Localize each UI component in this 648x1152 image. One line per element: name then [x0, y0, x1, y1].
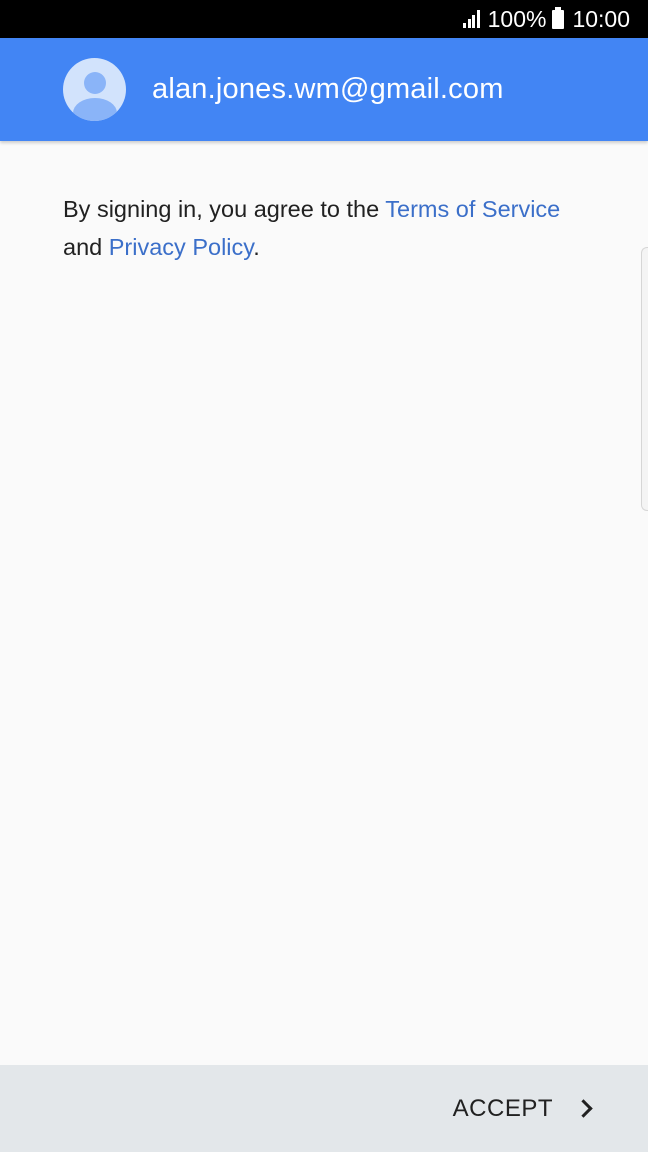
screen: 100% 10:00 alan.jones.wm@gmail.com By si…	[0, 0, 648, 1152]
status-time: 10:00	[572, 5, 630, 32]
edge-panel-handle[interactable]	[641, 247, 648, 511]
terms-text-middle: and	[63, 234, 109, 260]
bottom-bar: ACCEPT	[0, 1065, 648, 1152]
accept-button[interactable]: ACCEPT	[452, 1065, 593, 1152]
account-email: alan.jones.wm@gmail.com	[152, 73, 504, 105]
privacy-policy-link[interactable]: Privacy Policy	[109, 234, 254, 260]
account-avatar-icon	[63, 58, 126, 121]
terms-message: By signing in, you agree to the Terms of…	[63, 190, 608, 266]
accept-label: ACCEPT	[452, 1094, 553, 1122]
terms-text-before: By signing in, you agree to the	[63, 196, 386, 222]
account-header: alan.jones.wm@gmail.com	[0, 38, 648, 141]
terms-of-service-link[interactable]: Terms of Service	[385, 196, 560, 222]
status-bar: 100% 10:00	[0, 0, 648, 38]
terms-text-after: .	[253, 234, 260, 260]
battery-icon	[552, 6, 565, 29]
chevron-right-icon	[574, 1099, 593, 1118]
signal-icon	[462, 10, 480, 28]
battery-percent: 100%	[487, 5, 547, 32]
